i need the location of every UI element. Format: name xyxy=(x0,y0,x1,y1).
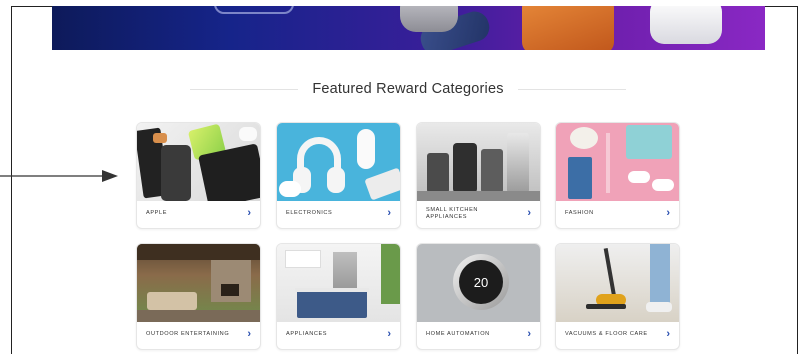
category-label: APPLIANCES xyxy=(286,331,328,337)
category-label: ELECTRONICS xyxy=(286,210,333,216)
vacuums-floor-care-image xyxy=(556,244,679,322)
category-label: FASHION xyxy=(565,210,594,216)
section-heading: Featured Reward Categories xyxy=(190,79,627,99)
pointer-arrow-icon xyxy=(0,170,118,182)
hero-button-outline[interactable] xyxy=(214,6,294,14)
airpods-image xyxy=(650,6,722,44)
section-title: Featured Reward Categories xyxy=(312,81,504,97)
category-label: SMALL KITCHEN APPLIANCES xyxy=(426,206,479,220)
kitchen-appliances-image xyxy=(417,123,540,201)
chevron-right-icon[interactable]: › xyxy=(666,208,670,219)
home-automation-image: 20 xyxy=(417,244,540,322)
chevron-right-icon[interactable]: › xyxy=(247,208,251,219)
category-label: HOME AUTOMATION xyxy=(426,331,490,337)
category-label: VACUUMS & FLOOR CARE xyxy=(565,331,648,337)
category-card-apple[interactable]: APPLE › xyxy=(136,122,261,229)
electronics-category-image xyxy=(277,123,400,201)
category-card-vacuums-floor-care[interactable]: VACUUMS & FLOOR CARE › xyxy=(555,243,680,350)
category-label: APPLE xyxy=(146,210,168,216)
category-card-fashion[interactable]: FASHION › xyxy=(555,122,680,229)
chevron-right-icon[interactable]: › xyxy=(247,329,251,340)
outdoor-entertaining-image xyxy=(137,244,260,322)
category-label: OUTDOOR ENTERTAINING xyxy=(146,331,230,337)
chevron-right-icon[interactable]: › xyxy=(387,208,391,219)
chevron-right-icon[interactable]: › xyxy=(527,208,531,219)
category-card-appliances[interactable]: APPLIANCES › xyxy=(276,243,401,350)
category-card-electronics[interactable]: ELECTRONICS › xyxy=(276,122,401,229)
heading-rule-left xyxy=(190,88,299,90)
chevron-right-icon[interactable]: › xyxy=(387,329,391,340)
category-card-home-automation[interactable]: 20 HOME AUTOMATION › xyxy=(416,243,541,350)
category-card-small-kitchen-appliances[interactable]: SMALL KITCHEN APPLIANCES › xyxy=(416,122,541,229)
fashion-category-image xyxy=(556,123,679,201)
chevron-right-icon[interactable]: › xyxy=(666,329,670,340)
thermostat-temperature: 20 xyxy=(473,274,489,290)
apple-watch-image xyxy=(400,6,458,32)
chevron-right-icon[interactable]: › xyxy=(527,329,531,340)
heading-rule-right xyxy=(517,88,627,90)
apple-category-image xyxy=(137,123,260,201)
category-card-outdoor-entertaining[interactable]: OUTDOOR ENTERTAINING › xyxy=(136,243,261,350)
hero-banner[interactable] xyxy=(52,6,765,50)
phone-case-image xyxy=(522,6,614,50)
appliances-image xyxy=(277,244,400,322)
